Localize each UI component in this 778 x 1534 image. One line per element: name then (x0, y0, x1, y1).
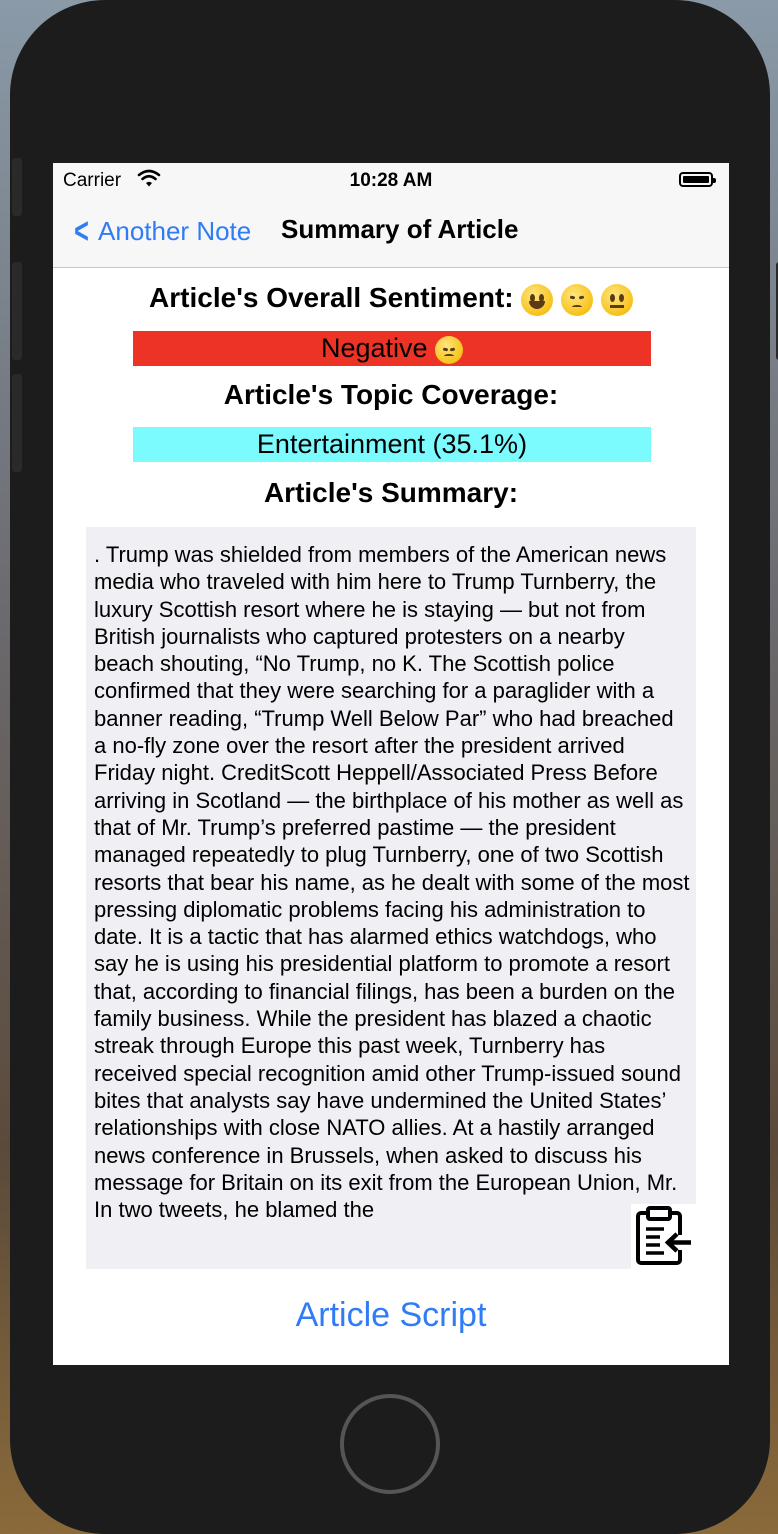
home-button[interactable] (340, 1394, 440, 1494)
status-time: 10:28 AM (349, 170, 433, 191)
back-button[interactable]: < Another Note (71, 211, 251, 251)
mute-switch (12, 158, 22, 216)
back-button-label: Another Note (98, 215, 252, 246)
navigation-bar: < Another Note Summary of Article (53, 197, 729, 268)
app-screen: Carrier 10:28 AM < Another Note Summary … (53, 163, 729, 1365)
volume-up-button (12, 262, 22, 360)
status-bar: Carrier 10:28 AM (53, 163, 729, 197)
sentiment-bar: Negative (133, 331, 651, 366)
article-script-link[interactable]: Article Script (53, 1296, 729, 1335)
topic-bar: Entertainment (35.1%) (133, 427, 651, 462)
pensive-face-icon (435, 335, 464, 364)
summary-text-view[interactable]: . Trump was shielded from members of the… (86, 527, 696, 1269)
copy-summary-button[interactable] (631, 1204, 696, 1269)
topic-heading: Article's Topic Coverage: (223, 379, 559, 410)
pensive-face-icon (561, 283, 594, 316)
grinning-face-icon (521, 283, 554, 316)
summary-heading: Article's Summary: (263, 477, 519, 508)
sentiment-heading: Article's Overall Sentiment: (53, 282, 729, 316)
sentiment-label: Negative (320, 333, 428, 363)
summary-text: . Trump was shielded from members of the… (94, 542, 690, 1223)
clipboard-paste-icon (636, 1206, 691, 1265)
chevron-left-icon: < (74, 210, 89, 251)
page-title: Summary of Article (281, 214, 519, 244)
sentiment-heading-label: Article's Overall Sentiment: (149, 282, 514, 313)
neutral-face-icon (600, 283, 633, 316)
volume-down-button (12, 374, 22, 472)
battery-icon (679, 172, 716, 187)
phone-frame: Carrier 10:28 AM < Another Note Summary … (10, 0, 778, 1534)
